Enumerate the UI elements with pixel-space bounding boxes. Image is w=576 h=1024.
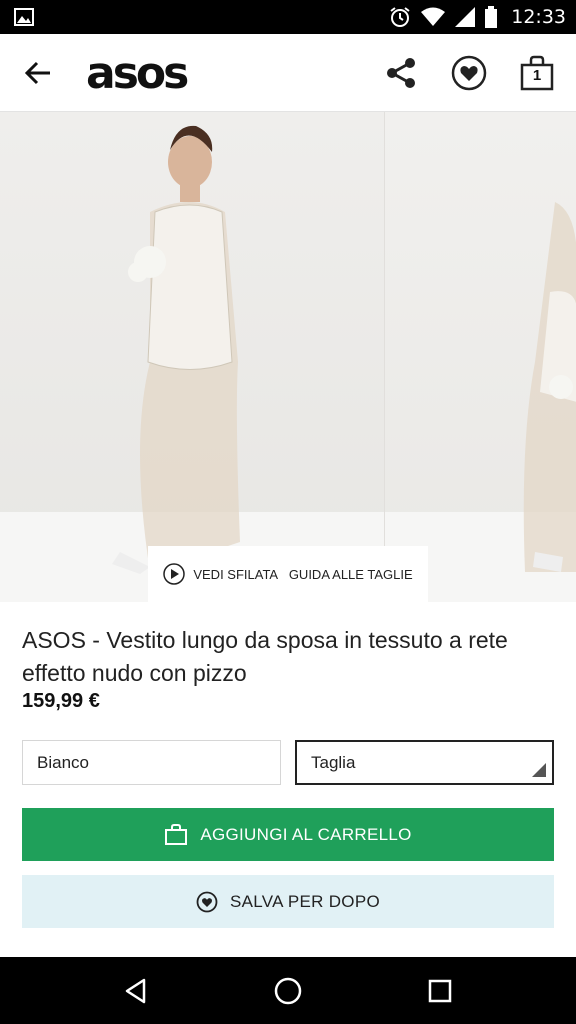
share-icon xyxy=(387,58,415,88)
size-placeholder: Taglia xyxy=(311,752,356,772)
asos-logo[interactable]: asos xyxy=(86,48,189,99)
add-to-bag-label: AGGIUNGI AL CARRELLO xyxy=(200,824,412,844)
nav-recents-button[interactable] xyxy=(417,968,463,1014)
bag-button[interactable]: 1 xyxy=(518,54,556,92)
shopping-bag-icon xyxy=(165,823,188,845)
nav-home-button[interactable] xyxy=(265,968,311,1014)
dropdown-triangle-icon xyxy=(532,763,546,777)
signal-icon xyxy=(455,7,476,27)
heart-icon xyxy=(451,55,487,91)
product-selectors: Bianco Taglia xyxy=(22,740,554,785)
size-guide-button[interactable]: GUIDA ALLE TAGLIE xyxy=(289,567,413,582)
nav-back-button[interactable] xyxy=(113,968,159,1014)
image-icon xyxy=(14,8,34,26)
size-guide-label: GUIDA ALLE TAGLIE xyxy=(288,566,413,582)
system-nav-bar xyxy=(0,957,576,1024)
colour-selector[interactable]: Bianco xyxy=(22,740,281,785)
status-time: 12:33 xyxy=(511,6,566,28)
back-arrow-icon xyxy=(25,61,50,85)
product-image-next[interactable] xyxy=(384,112,576,602)
app-actions: 1 xyxy=(382,54,556,92)
heart-icon xyxy=(196,891,218,912)
watch-catwalk-button[interactable]: VEDI SFILATA xyxy=(163,563,278,585)
battery-icon xyxy=(485,6,498,28)
watch-catwalk-label: VEDI SFILATA xyxy=(193,566,279,582)
colour-value: Bianco xyxy=(37,752,89,772)
product-image-main[interactable] xyxy=(0,112,384,602)
size-selector[interactable]: Taglia xyxy=(295,740,554,785)
bag-count: 1 xyxy=(532,67,542,84)
back-button[interactable] xyxy=(22,58,54,88)
wishlist-button[interactable] xyxy=(450,54,488,92)
save-for-later-label: SALVA PER DOPO xyxy=(229,891,380,911)
play-icon xyxy=(163,563,186,585)
wifi-icon xyxy=(421,7,446,26)
home-circle-icon xyxy=(274,977,302,1004)
add-to-bag-button[interactable]: AGGIUNGI AL CARRELLO xyxy=(22,808,554,861)
app-bar: asos 1 xyxy=(0,34,576,112)
recents-square-icon xyxy=(428,979,452,1002)
product-price: 159,99 € xyxy=(22,690,100,712)
save-for-later-button[interactable]: SALVA PER DOPO xyxy=(22,875,554,928)
model-figure-partial xyxy=(523,202,576,572)
status-bar: 12:33 xyxy=(0,0,576,34)
gallery-actions: VEDI SFILATA GUIDA ALLE TAGLIE xyxy=(148,546,428,602)
alarm-icon xyxy=(390,7,410,27)
product-gallery[interactable]: VEDI SFILATA GUIDA ALLE TAGLIE xyxy=(0,112,576,602)
model-figure xyxy=(112,125,240,574)
product-title: ASOS - Vestito lungo da sposa in tessuto… xyxy=(22,627,508,686)
share-button[interactable] xyxy=(382,54,420,92)
back-triangle-icon xyxy=(125,978,146,1003)
